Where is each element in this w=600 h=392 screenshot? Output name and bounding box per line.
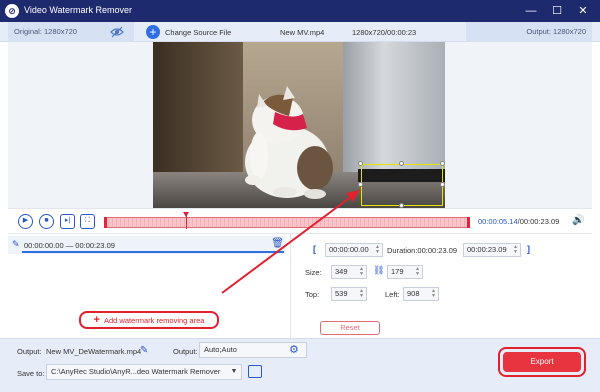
width-value: 349 [335,267,348,276]
top-field[interactable]: 539 ▲ ▼ [331,287,367,301]
source-meta: 1280x720/00:00:23 [352,28,417,37]
minimize-button[interactable]: — [522,3,540,19]
timeline-end-handle[interactable] [467,217,470,228]
fullscreen-icon[interactable]: ⛶ [80,214,95,229]
left-field[interactable]: 908 ▲ ▼ [403,287,439,301]
export-highlight: Export [498,347,586,377]
width-stepper[interactable]: ▲ ▼ [358,267,365,277]
start-time-stepper[interactable]: ▲ ▼ [374,245,381,255]
left-value: 908 [407,289,420,298]
set-start-bracket[interactable]: [ [313,244,316,254]
window-title: Video Watermark Remover [24,5,133,15]
source-filename: New MV.mp4 [280,28,325,37]
output-name-label: Output: [17,347,42,356]
end-time-value: 00:00:23.09 [467,245,507,254]
segment-range: 00:00:00.00 — 00:00:23.09 [24,241,115,250]
total-time: /00:00:23.09 [517,217,560,226]
preview-toggle-eye-icon[interactable] [110,26,124,38]
add-watermark-area-label: Add watermark removing area [103,316,205,325]
export-button[interactable]: Export [503,352,581,372]
top-label: Top: [305,290,320,299]
size-label: Size: [305,268,322,277]
save-to-label: Save to: [17,369,45,378]
height-value: 179 [391,267,404,276]
current-time: 00:00:05.14 [478,217,518,226]
change-source-file-button[interactable]: Change Source File [165,28,231,37]
info-bar: Original: 1280x720 + Change Source File … [0,22,600,42]
edit-icon[interactable]: ✎ [140,345,148,356]
gear-icon[interactable]: ⚙ [289,343,299,356]
delete-icon[interactable]: 🗑 [271,238,284,249]
timeline-start-handle[interactable] [104,217,107,228]
next-frame-icon[interactable]: ▸| [60,214,75,229]
cat-image [245,86,333,199]
start-time-value: 00:00:00.00 [329,245,369,254]
volume-icon[interactable]: 🔊 [572,215,584,226]
resize-handle[interactable] [440,182,445,187]
add-source-icon[interactable]: + [146,25,160,39]
close-button[interactable]: ✕ [574,3,592,19]
top-stepper[interactable]: ▲ ▼ [358,289,365,299]
resize-handle[interactable] [399,161,404,166]
set-end-bracket[interactable]: ] [527,244,530,254]
playback-bar: ▶ ■ ▸| ⛶ 00:00:05.14/00:00:23.09 🔊 [8,208,592,234]
play-icon[interactable]: ▶ [18,214,33,229]
top-value: 539 [335,289,348,298]
left-stepper[interactable]: ▲ ▼ [430,289,437,299]
title-bar: ⊘ Video Watermark Remover — ☐ ✕ [0,0,600,22]
end-time-field[interactable]: 00:00:23.09 ▲ ▼ [463,243,521,257]
save-path-field[interactable]: C:\AnyRec Studio\AnyR...deo Watermark Re… [46,364,242,380]
brush-icon: ✎ [12,239,20,249]
output-format-label: Output: [173,347,198,356]
output-resolution: Output: 1280x720 [466,22,592,42]
plus-icon: + [93,314,100,326]
chevron-down-icon[interactable]: ▼ [226,364,242,380]
resize-handle[interactable] [358,161,363,166]
height-field[interactable]: 179 ▲ ▼ [387,265,423,279]
resize-handle[interactable] [358,182,363,187]
timeline-track[interactable] [104,212,470,229]
output-bar: Output: New MV_DeWatermark.mp4 ✎ Output:… [0,338,600,392]
add-watermark-area-button[interactable]: + Add watermark removing area [79,311,219,329]
video-frame [153,42,445,208]
maximize-button[interactable]: ☐ [548,3,566,19]
reset-button[interactable]: Reset [320,321,380,335]
width-field[interactable]: 349 ▲ ▼ [331,265,367,279]
segment-bar [22,251,284,253]
segment-list-panel: ✎ 00:00:00.00 — 00:00:23.09 🗑 + Add water… [8,234,286,338]
timeline-range [105,218,469,227]
link-ratio-icon[interactable]: ⛓ [373,265,384,276]
duration-label: Duration:00:00:23.09 [387,246,458,255]
video-preview-area [8,42,592,208]
time-readout: 00:00:05.14/00:00:23.09 [478,217,559,226]
start-time-field[interactable]: 00:00:00.00 ▲ ▼ [325,243,383,257]
left-label: Left: [385,290,400,299]
area-settings-panel: [ 00:00:00.00 ▲ ▼ Duration:00:00:23.09 00… [290,234,592,338]
height-stepper[interactable]: ▲ ▼ [414,267,421,277]
stop-icon[interactable]: ■ [39,214,54,229]
timeline-playhead[interactable] [183,212,190,229]
watermark-selection-box[interactable] [361,164,443,206]
resize-handle[interactable] [440,161,445,166]
folder-icon[interactable] [248,365,262,378]
app-logo-icon: ⊘ [5,4,19,18]
output-filename: New MV_DeWatermark.mp4 [46,347,142,356]
end-time-stepper[interactable]: ▲ ▼ [512,245,519,255]
